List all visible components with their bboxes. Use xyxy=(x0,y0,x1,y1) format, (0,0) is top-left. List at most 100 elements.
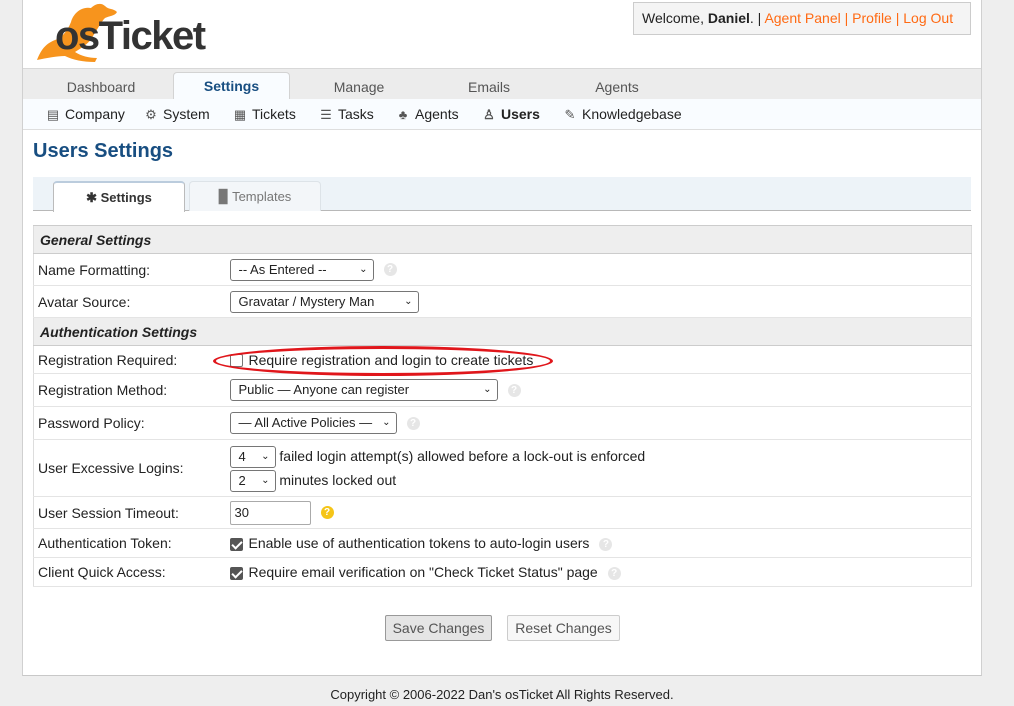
save-changes-button[interactable]: Save Changes xyxy=(385,615,492,641)
ticket-icon: ▦ xyxy=(233,107,247,122)
subnav-tickets[interactable]: ▦ Tickets xyxy=(232,104,296,124)
help-icon[interactable]: ? xyxy=(383,263,397,276)
osticket-logo[interactable]: osTicket xyxy=(31,0,241,64)
link-sep: | xyxy=(891,10,904,26)
subnav-label: Knowledgebase xyxy=(582,106,682,122)
subnav-label: Agents xyxy=(415,106,459,122)
user-name: Daniel xyxy=(707,10,750,26)
row-auth-token: Authentication Token: Enable use of auth… xyxy=(33,528,972,558)
agents-icon: ♣ xyxy=(398,107,408,122)
checkbox-label: Enable use of authentication tokens to a… xyxy=(248,535,590,551)
row-quick-access: Client Quick Access: Require email verif… xyxy=(33,557,972,587)
row-avatar-source: Avatar Source: Gravatar / Mystery Man ⌄ xyxy=(33,285,972,318)
select-value: Public — Anyone can register xyxy=(238,382,410,397)
attempts-text: failed login attempt(s) allowed before a… xyxy=(279,448,646,464)
auth-token-checkbox[interactable] xyxy=(229,537,243,551)
tab-label: Templates xyxy=(232,189,292,204)
welcome-prefix: Welcome, xyxy=(642,10,708,26)
section-heading: Authentication Settings xyxy=(33,317,972,346)
select-value: — All Active Policies — xyxy=(238,415,373,430)
select-value: -- As Entered -- xyxy=(238,261,327,277)
reset-changes-button[interactable]: Reset Changes xyxy=(507,615,620,641)
field-label: Authentication Token: xyxy=(33,528,226,558)
tab-label: Settings xyxy=(100,190,152,205)
logout-link[interactable]: Log Out xyxy=(903,10,953,26)
welcome-sep: . | xyxy=(749,10,765,26)
lockout-minutes-select[interactable]: 2 ⌄ xyxy=(229,470,276,493)
field-label: Password Policy: xyxy=(33,406,226,440)
chevron-down-icon: ⌄ xyxy=(359,263,368,275)
field-label: Registration Method: xyxy=(33,373,226,407)
link-sep: | xyxy=(840,10,853,26)
checkbox-label: Require registration and login to create… xyxy=(248,351,534,368)
profile-link[interactable]: Profile xyxy=(852,10,892,26)
quick-access-checkbox[interactable] xyxy=(229,566,243,580)
tab-settings-panel[interactable]: ✱ Settings xyxy=(53,181,185,212)
main-nav: Dashboard Settings Manage Emails Agents xyxy=(23,68,981,101)
subnav-system[interactable]: ⚙ System xyxy=(143,104,210,124)
help-icon[interactable]: ? xyxy=(507,383,521,397)
password-policy-select[interactable]: — All Active Policies — ⌄ xyxy=(229,412,397,434)
row-excessive-logins: User Excessive Logins: 4 ⌄ failed login a… xyxy=(33,439,972,497)
subnav-label: Tasks xyxy=(338,106,374,122)
chevron-down-icon: ⌄ xyxy=(483,384,492,395)
select-value: Gravatar / Mystery Man xyxy=(238,293,375,309)
logo-text: osTicket xyxy=(55,14,206,58)
tab-agents[interactable]: Agents xyxy=(571,74,663,100)
select-value: 2 xyxy=(238,473,246,489)
file-icon: ▉ xyxy=(218,189,233,204)
gear-icon: ⚙ xyxy=(145,107,157,122)
row-registration-required: Registration Required: Require registrat… xyxy=(33,345,972,374)
login-attempts-select[interactable]: 4 ⌄ xyxy=(229,446,276,469)
chevron-down-icon: ⌄ xyxy=(261,451,270,463)
knowledgebase-icon: ✎ xyxy=(564,107,576,122)
users-icon: ♙ xyxy=(483,107,495,122)
subnav-agents[interactable]: ♣ Agents xyxy=(395,104,459,124)
asterisk-icon: ✱ xyxy=(86,190,101,205)
agent-panel-link[interactable]: Agent Panel xyxy=(764,10,840,26)
field-label: User Session Timeout: xyxy=(33,496,226,529)
lockout-text: minutes locked out xyxy=(279,472,397,488)
subnav-label: Company xyxy=(65,106,125,122)
help-icon[interactable]: ? xyxy=(406,416,420,430)
company-icon: ▤ xyxy=(46,107,60,122)
field-label: Name Formatting: xyxy=(33,253,226,286)
row-password-policy: Password Policy: — All Active Policies —… xyxy=(33,406,972,440)
tasks-icon: ☰ xyxy=(320,107,332,122)
tab-settings[interactable]: Settings xyxy=(173,72,290,101)
help-icon[interactable]: ? xyxy=(607,566,621,580)
tab-templates-panel[interactable]: ▉ Templates xyxy=(189,181,321,211)
tab-manage[interactable]: Manage xyxy=(309,74,409,100)
registration-method-select[interactable]: Public — Anyone can register ⌄ xyxy=(229,379,498,401)
row-session-timeout: User Session Timeout: 30? xyxy=(33,496,972,529)
subnav-knowledgebase[interactable]: ✎ Knowledgebase xyxy=(562,104,682,124)
name-formatting-select[interactable]: -- As Entered -- ⌄ xyxy=(229,258,374,281)
help-icon[interactable]: ? xyxy=(599,537,613,551)
field-label: Client Quick Access: xyxy=(33,557,226,587)
subnav-label: Users xyxy=(501,106,540,122)
footer-copyright: Copyright © 2006-2022 Dan's osTicket All… xyxy=(330,687,674,702)
subnav-label: Tickets xyxy=(252,106,296,122)
section-heading: General Settings xyxy=(33,225,972,254)
registration-required-checkbox[interactable] xyxy=(229,354,243,368)
chevron-down-icon: ⌄ xyxy=(404,295,413,307)
session-timeout-input[interactable]: 30 xyxy=(229,500,311,525)
tab-emails[interactable]: Emails xyxy=(441,74,537,100)
chevron-down-icon: ⌄ xyxy=(261,475,270,487)
chevron-down-icon: ⌄ xyxy=(382,417,391,428)
select-value: 4 xyxy=(238,449,246,465)
tab-dashboard[interactable]: Dashboard xyxy=(49,74,153,100)
subnav-company[interactable]: ▤ Company xyxy=(45,104,125,124)
settings-tabbar: ✱ Settings ▉ Templates xyxy=(33,177,971,212)
subnav-tasks[interactable]: ☰ Tasks xyxy=(318,104,374,124)
sub-nav: ▤ Company ⚙ System ▦ Tickets ☰ Tasks ♣ Agents… xyxy=(23,99,981,130)
help-icon[interactable]: ? xyxy=(320,506,334,519)
avatar-source-select[interactable]: Gravatar / Mystery Man ⌄ xyxy=(229,290,419,313)
field-label: Avatar Source: xyxy=(33,285,226,318)
checkbox-label: Require email verification on "Check Tic… xyxy=(248,564,598,580)
welcome-box: Welcome, Daniel. | Agent Panel | Profile… xyxy=(633,2,971,35)
row-name-formatting: Name Formatting: -- As Entered -- ⌄? xyxy=(33,253,972,286)
subnav-users[interactable]: ♙ Users xyxy=(481,104,540,124)
row-registration-method: Registration Method: Public — Anyone can… xyxy=(33,373,972,407)
settings-table: General Settings Name Formatting: -- As … xyxy=(33,225,972,587)
